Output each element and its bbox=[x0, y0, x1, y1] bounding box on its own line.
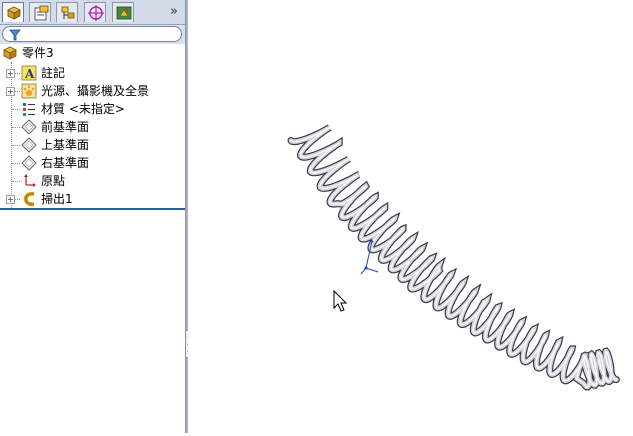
dimxpert-icon bbox=[88, 5, 104, 21]
expand-toggle[interactable]: + bbox=[6, 87, 15, 96]
tree-item-label: 材質 <未指定> bbox=[41, 102, 125, 116]
manager-tab-bar: » bbox=[0, 0, 185, 25]
feature-tree-icon bbox=[7, 6, 21, 20]
graphics-viewport[interactable] bbox=[188, 0, 633, 433]
tree-item-label: 掃出1 bbox=[41, 192, 73, 206]
tree-item-label: 上基準面 bbox=[41, 138, 90, 152]
annotations-icon: A bbox=[21, 65, 37, 81]
expand-toggle[interactable]: + bbox=[6, 69, 15, 78]
mouse-cursor-icon bbox=[333, 289, 348, 312]
display-manager-icon bbox=[116, 6, 132, 20]
tree-item-top-plane[interactable]: 上基準面 bbox=[0, 136, 185, 154]
dimxpert-tab[interactable] bbox=[84, 2, 106, 22]
spring-coil-body bbox=[288, 125, 619, 390]
tree-item-label: 右基準面 bbox=[41, 156, 90, 170]
sweep-feature-icon bbox=[23, 191, 35, 207]
expand-toggle[interactable]: + bbox=[6, 195, 15, 204]
tree-item-lights-cameras[interactable]: + 光源、攝影機及全景 bbox=[0, 82, 185, 100]
lights-cameras-icon bbox=[21, 83, 37, 99]
configurationmanager-tab[interactable] bbox=[56, 2, 78, 22]
feature-tree: 零件3 + A 註記 + 光源、攝影機及全景 材質 <未指定> 前基準面 上基準… bbox=[0, 44, 185, 210]
filter-icon bbox=[9, 29, 21, 41]
tree-root[interactable]: 零件3 bbox=[0, 44, 185, 62]
tree-filter-input[interactable] bbox=[2, 26, 182, 42]
tree-empty-area bbox=[0, 210, 185, 433]
tree-item-annotations[interactable]: + A 註記 bbox=[0, 64, 185, 82]
plane-icon bbox=[21, 137, 37, 153]
material-icon bbox=[23, 103, 35, 116]
origin-icon bbox=[24, 174, 36, 187]
tree-item-right-plane[interactable]: 右基準面 bbox=[0, 154, 185, 172]
tree-item-label: 光源、攝影機及全景 bbox=[41, 84, 150, 98]
tree-root-label: 零件3 bbox=[22, 46, 54, 60]
tree-item-material[interactable]: 材質 <未指定> bbox=[0, 100, 185, 118]
tree-item-label: 註記 bbox=[41, 66, 66, 80]
featuremanager-tab[interactable] bbox=[2, 2, 24, 22]
spring-model[interactable] bbox=[188, 0, 633, 433]
svg-text:A: A bbox=[24, 67, 35, 81]
tree-item-label: 原點 bbox=[41, 174, 66, 188]
tree-item-front-plane[interactable]: 前基準面 bbox=[0, 118, 185, 136]
feature-manager-panel: » 零件3 + A 註記 + 光源、攝影機及全景 材質 <未指定> 前基準面 上… bbox=[0, 0, 186, 433]
tree-item-origin[interactable]: 原點 bbox=[0, 172, 185, 190]
part-icon bbox=[3, 46, 17, 60]
display-manager-tab[interactable] bbox=[112, 2, 134, 22]
more-tabs-button[interactable]: » bbox=[166, 3, 182, 21]
tree-item-sweep[interactable]: + 掃出1 bbox=[0, 190, 185, 208]
property-manager-icon bbox=[34, 5, 49, 21]
plane-icon bbox=[21, 155, 37, 171]
plane-icon bbox=[21, 119, 37, 135]
tree-item-label: 前基準面 bbox=[41, 120, 90, 134]
configuration-manager-icon bbox=[61, 6, 75, 19]
propertymanager-tab[interactable] bbox=[29, 2, 51, 22]
